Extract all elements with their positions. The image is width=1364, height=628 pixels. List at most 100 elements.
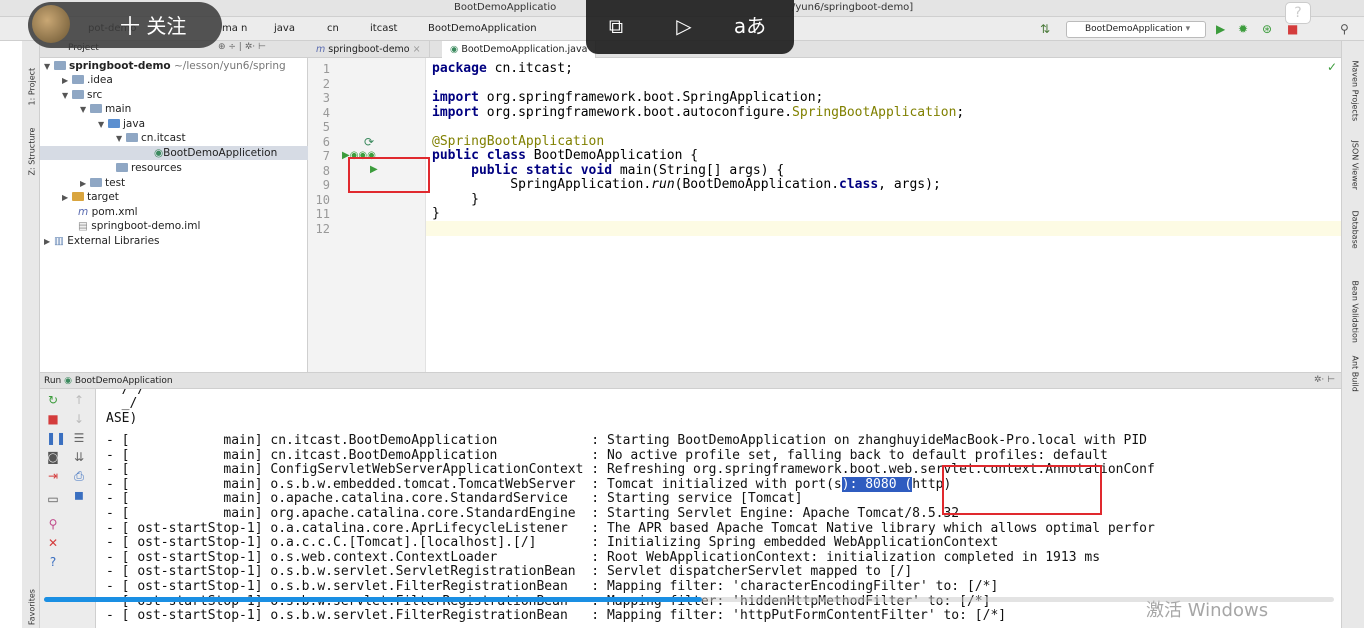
log-row: - [ ost-startStop-1] o.s.b.w.servlet.Ser… xyxy=(106,564,913,580)
log-logger: o.s.b.w.servlet.ServletRegistrationBean xyxy=(270,564,584,580)
tab-bean-validation[interactable]: Bean Validation xyxy=(1351,281,1360,351)
up-arrow-icon[interactable]: ↑ xyxy=(72,394,86,407)
layout-icon[interactable]: ▭ xyxy=(46,493,60,506)
folder-icon xyxy=(72,75,84,84)
scroll-end-icon[interactable]: ⇊ xyxy=(72,451,86,464)
build-icon[interactable]: ⇅ xyxy=(1040,22,1050,36)
tree-item-main[interactable]: ▼ main xyxy=(80,102,131,116)
tab-maven-projects[interactable]: Maven Projects xyxy=(1351,61,1360,131)
tab-bootdemoapplication[interactable]: ◉ BootDemoApplication.java xyxy=(442,41,597,58)
log-logger: org.apache.catalina.core.StandardEngine xyxy=(270,506,584,521)
tab-structure[interactable]: Z: Structure xyxy=(28,116,37,176)
log-logger: ConfigServletWebServerApplicationContext xyxy=(270,462,584,478)
play-button[interactable] xyxy=(1174,484,1278,562)
coverage-icon[interactable]: ⊛ xyxy=(1262,22,1272,36)
tree-item-idea[interactable]: ▶ .idea xyxy=(62,73,113,87)
folder-icon xyxy=(72,90,84,99)
log-msg: Starting Servlet Engine: Apache Tomcat/8… xyxy=(606,506,960,521)
sync-icon[interactable]: ⊕ ÷ | ✲· ⊢ xyxy=(218,42,266,52)
avatar[interactable] xyxy=(32,5,70,43)
code-editor[interactable]: package cn.itcast; import org.springfram… xyxy=(426,58,1341,372)
breadcrumb-class[interactable]: BootDemoApplication xyxy=(428,23,537,34)
tree-item-test[interactable]: ▶ test xyxy=(80,176,125,190)
chevron-right-icon[interactable]: ▶ xyxy=(62,191,72,205)
console-output[interactable]: / / _/ ASE) - [ main] cn.itcast.BootDemo… xyxy=(96,389,1341,628)
tree-item-src[interactable]: ▼ src xyxy=(62,88,102,102)
breadcrumb-main[interactable]: ma n xyxy=(222,23,247,34)
tree-item-package[interactable]: ▼ cn.itcast xyxy=(116,131,186,145)
chevron-down-icon[interactable]: ▼ xyxy=(98,118,108,132)
search-icon[interactable]: ⚲ xyxy=(1340,22,1349,36)
log-logger: o.s.web.context.ContextLoader xyxy=(270,549,584,565)
tab-json-viewer[interactable]: JSON Viewer xyxy=(1351,141,1360,211)
chevron-right-icon[interactable]: ▶ xyxy=(80,177,90,191)
tab-project[interactable]: 1: Project xyxy=(28,46,37,106)
soft-wrap-icon[interactable]: ☰ xyxy=(72,432,86,445)
code-line-7: public class BootDemoApplication { xyxy=(432,148,699,163)
close-icon[interactable]: × xyxy=(413,44,421,55)
pause-icon[interactable]: ❚❚ xyxy=(46,432,66,445)
stop-icon[interactable]: ■ xyxy=(1287,22,1298,36)
tab-favorites[interactable]: 2: Favorites xyxy=(28,576,37,628)
log-row: - [ main] cn.itcast.BootDemoApplication … xyxy=(106,433,1147,448)
chevron-down-icon[interactable]: ▼ xyxy=(62,89,72,103)
debug-icon[interactable]: ✹ xyxy=(1238,22,1248,36)
log-dash: - [ xyxy=(106,491,130,507)
trash-icon[interactable]: ◼ xyxy=(72,489,86,502)
code-line-1: package cn.itcast; xyxy=(432,61,573,76)
log-msg: The APR based Apache Tomcat Native libra… xyxy=(606,520,1155,536)
close-icon[interactable]: ✕ xyxy=(46,537,60,550)
rerun-icon[interactable]: ↻ xyxy=(46,394,60,407)
run-config-name[interactable]: BootDemoApplication xyxy=(75,376,173,386)
folder-icon xyxy=(90,178,102,187)
tree-item-project[interactable]: ▼ springboot-demo ~/lesson/yun6/spring xyxy=(44,59,286,73)
tree-item-java[interactable]: ▼ java xyxy=(98,117,145,131)
chevron-down-icon[interactable]: ▼ xyxy=(80,103,90,117)
follow-button[interactable]: 十 关注 xyxy=(120,10,186,39)
tree-item-resources[interactable]: resources xyxy=(116,161,182,175)
run-configuration-select[interactable]: BootDemoApplication ▾ xyxy=(1066,21,1206,38)
breadcrumb-itcast[interactable]: itcast xyxy=(370,23,397,34)
gear-icon[interactable]: ✲· ⊢ xyxy=(1314,375,1335,385)
log-msg: Starting BootDemoApplication on zhanghuy… xyxy=(606,433,1147,448)
log-dash: - [ xyxy=(106,433,130,448)
tree-item-target[interactable]: ▶ target xyxy=(62,190,119,204)
breadcrumb-java[interactable]: java xyxy=(274,23,295,34)
run-panel-header: Run ◉ BootDemoApplication ✲· ⊢ xyxy=(40,372,1341,389)
tree-item-pom[interactable]: m pom.xml xyxy=(78,205,138,219)
log-msg: Mapping filter: 'characterEncodingFilter… xyxy=(606,579,999,594)
tab-database[interactable]: Database xyxy=(1351,211,1360,281)
breadcrumb-cn[interactable]: cn xyxy=(327,23,339,34)
tree-item-libraries[interactable]: ▶ ▥ External Libraries xyxy=(44,234,160,248)
help-button[interactable]: ? xyxy=(1285,2,1311,24)
log-thread: ost-startStop-1] xyxy=(137,549,263,565)
log-thread: main] xyxy=(137,433,263,448)
code-line-11: } xyxy=(432,206,440,221)
help-icon[interactable]: ? xyxy=(46,556,60,569)
log-dash: - [ xyxy=(106,549,130,565)
camera-icon[interactable]: ◙ xyxy=(46,451,60,464)
line-number: 1 xyxy=(322,62,330,76)
stop-icon[interactable]: ■ xyxy=(46,413,60,426)
pin-icon[interactable]: ⚲ xyxy=(46,518,60,531)
log-thread: main] xyxy=(137,506,263,521)
picture-in-picture-icon[interactable]: ⧉ xyxy=(598,10,634,42)
tree-item-class[interactable]: ◉BootDemoApplicetion xyxy=(40,146,308,160)
tab-springboot-demo[interactable]: m springboot-demo × xyxy=(308,41,430,58)
banner-line: ASE) xyxy=(106,411,138,426)
print-icon[interactable]: ⎙ xyxy=(72,470,86,483)
tab-ant-build[interactable]: Ant Build xyxy=(1351,356,1360,426)
translate-icon[interactable]: aあ xyxy=(732,10,768,42)
ai-summary-icon[interactable]: ▷ xyxy=(666,10,702,42)
chevron-right-icon[interactable]: ▶ xyxy=(44,235,54,249)
down-arrow-icon[interactable]: ↓ xyxy=(72,413,86,426)
folder-icon xyxy=(90,104,102,113)
chevron-down-icon[interactable]: ▼ xyxy=(116,132,126,146)
log-logger: o.s.b.w.servlet.FilterRegistrationBean xyxy=(270,608,584,624)
chevron-down-icon[interactable]: ▼ xyxy=(44,60,54,74)
chevron-right-icon[interactable]: ▶ xyxy=(62,74,72,88)
tree-item-iml[interactable]: ▤ springboot-demo.iml xyxy=(78,219,200,233)
run-icon[interactable]: ▶ xyxy=(1216,22,1225,36)
exit-icon[interactable]: ⇥ xyxy=(46,470,60,483)
follow-pill[interactable]: 十 关注 xyxy=(28,2,222,48)
